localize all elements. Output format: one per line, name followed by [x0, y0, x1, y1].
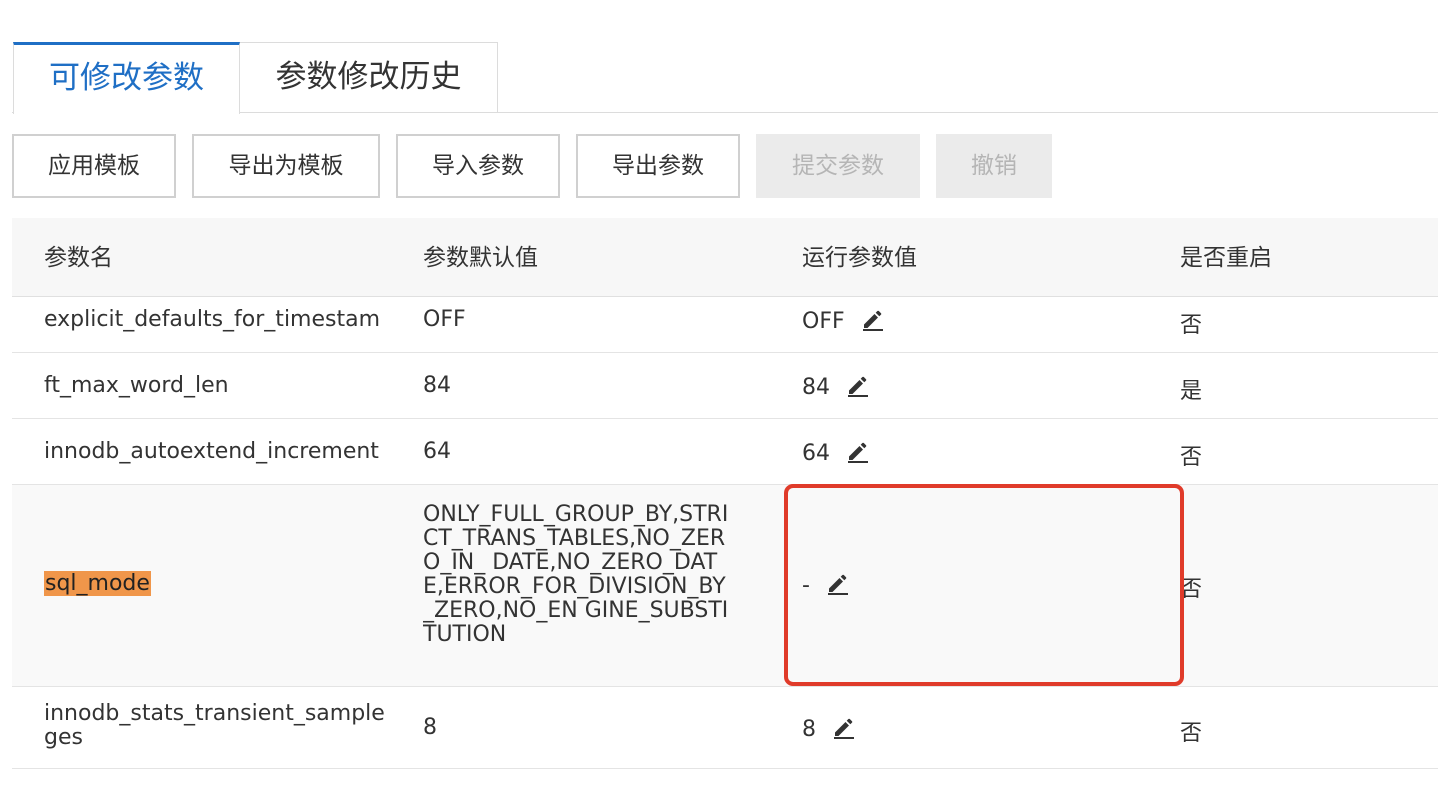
- param-value-cell: 8: [802, 715, 856, 742]
- pencil-edit-icon[interactable]: [832, 715, 856, 739]
- table-row: innodb_stats_transient_sample ges 8 8 否: [12, 687, 1438, 769]
- export-params-button[interactable]: 导出参数: [576, 134, 740, 198]
- table-row-sql-mode: sql_mode ONLY_FULL_GROUP_BY,STRICT_TRANS…: [12, 485, 1438, 687]
- import-params-button[interactable]: 导入参数: [396, 134, 560, 198]
- table-header: 参数名 参数默认值 运行参数值 是否重启: [12, 218, 1438, 297]
- param-restart: 否: [1180, 313, 1203, 338]
- param-default: 64: [423, 439, 451, 464]
- pencil-edit-icon[interactable]: [846, 373, 870, 397]
- param-value-cell: 84: [802, 373, 870, 400]
- param-value-cell: 64: [802, 439, 870, 466]
- submit-params-button[interactable]: 提交参数: [756, 134, 920, 198]
- param-default: OFF: [423, 307, 466, 332]
- param-value-cell: OFF: [802, 307, 885, 334]
- param-value: OFF: [802, 309, 845, 334]
- param-name: innodb_stats_transient_sample ges: [44, 702, 385, 750]
- param-restart: 否: [1180, 721, 1203, 746]
- tab-bar: 可修改参数 参数修改历史: [12, 42, 1438, 114]
- apply-template-button[interactable]: 应用模板: [12, 134, 176, 198]
- search-highlight: sql_mode: [44, 571, 151, 596]
- param-value: 84: [802, 375, 830, 400]
- param-name: sql_mode: [44, 571, 390, 596]
- annotation-highlight-box: [784, 484, 1184, 686]
- tab-param-history[interactable]: 参数修改历史: [239, 42, 498, 112]
- param-value: 8: [802, 717, 816, 742]
- table-row: ft_max_word_len 84 84 是: [12, 353, 1438, 419]
- table-row: explicit_defaults_for_timestam OFF OFF 否: [12, 297, 1438, 353]
- param-restart: 是: [1180, 379, 1203, 404]
- header-default-value: 参数默认值: [423, 245, 538, 271]
- param-restart: 否: [1180, 445, 1203, 470]
- param-name: innodb_autoextend_increment: [44, 439, 379, 464]
- table-row: innodb_autoextend_increment 64 64 否: [12, 419, 1438, 485]
- param-default: 8: [423, 715, 437, 740]
- header-param-name: 参数名: [44, 245, 113, 271]
- export-as-template-button[interactable]: 导出为模板: [192, 134, 380, 198]
- header-running-value: 运行参数值: [802, 245, 917, 271]
- header-restart: 是否重启: [1180, 245, 1272, 271]
- tab-modifiable-params[interactable]: 可修改参数: [13, 42, 240, 114]
- param-default: ONLY_FULL_GROUP_BY,STRICT_TRANS_TABLES,N…: [423, 503, 729, 647]
- param-value: 64: [802, 441, 830, 466]
- undo-button[interactable]: 撤销: [936, 134, 1052, 198]
- param-default: 84: [423, 373, 451, 398]
- param-name: ft_max_word_len: [44, 373, 229, 398]
- pencil-edit-icon[interactable]: [846, 439, 870, 463]
- pencil-edit-icon[interactable]: [861, 307, 885, 331]
- param-name: explicit_defaults_for_timestam: [44, 307, 381, 332]
